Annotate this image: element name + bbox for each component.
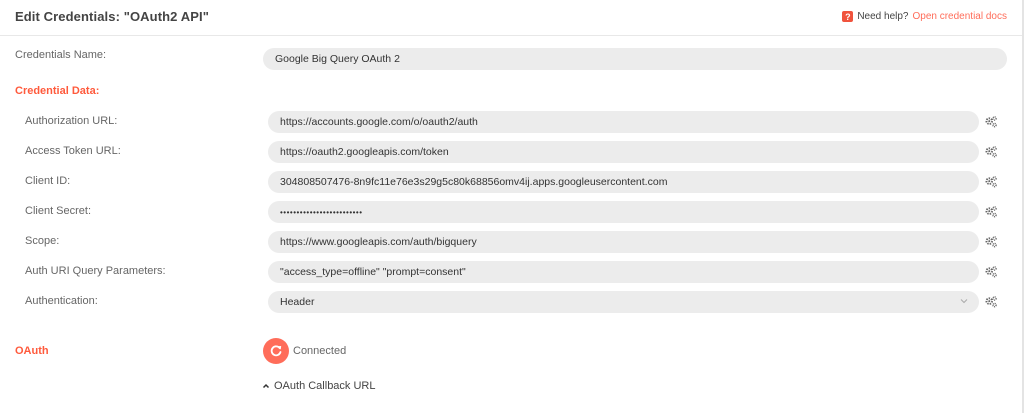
gears-icon[interactable] [984,145,998,159]
oauth-heading: OAuth [15,345,49,357]
oauth-callback-toggle[interactable]: OAuth Callback URL [262,380,376,392]
scope-input[interactable]: https://www.googleapis.com/auth/bigquery [268,231,979,253]
client-id-input[interactable]: 304808507476-8n9fc11e76e3s29g5c80k68856o… [268,171,979,193]
gears-icon[interactable] [984,115,998,129]
gears-icon[interactable] [984,205,998,219]
reconnect-oauth-button[interactable] [263,338,289,364]
credentials-editor: Edit Credentials: "OAuth2 API" ? Need he… [0,0,1022,413]
gears-icon[interactable] [984,235,998,249]
authorization-url-input[interactable]: https://accounts.google.com/o/oauth2/aut… [268,111,979,133]
chevron-up-icon [262,383,270,389]
dialog-title: Edit Credentials: "OAuth2 API" [15,9,209,24]
credential-data-heading: Credential Data: [15,85,100,97]
help-prefix: Need help? [857,11,909,22]
oauth-callback-label: OAuth Callback URL [274,380,376,392]
client-secret-label: Client Secret: [25,205,92,217]
gears-icon[interactable] [984,265,998,279]
client-secret-input[interactable]: ••••••••••••••••••••••••• [268,201,979,223]
open-docs-link[interactable]: Open credential docs [912,11,1007,22]
gears-icon[interactable] [984,295,998,309]
authentication-label: Authentication: [25,295,98,307]
client-id-label: Client ID: [25,175,71,187]
authentication-selected-value: Header [280,296,315,308]
auth-uri-query-parameters-input[interactable]: "access_type=offline" "prompt=consent" [268,261,979,283]
access-token-url-input[interactable]: https://oauth2.googleapis.com/token [268,141,979,163]
authentication-select[interactable]: Header [268,291,979,313]
access-token-url-label: Access Token URL: [25,145,121,157]
chevron-down-icon [960,299,968,304]
refresh-icon [270,345,282,357]
authorization-url-label: Authorization URL: [25,115,118,127]
credentials-name-label: Credentials Name: [15,49,107,61]
header-divider [0,35,1022,36]
credentials-name-input[interactable]: Google Big Query OAuth 2 [263,48,1007,70]
connection-status: Connected [293,345,347,357]
auth-uri-query-parameters-label: Auth URI Query Parameters: [25,265,166,277]
scope-label: Scope: [25,235,60,247]
question-mark-icon: ? [842,11,854,22]
gears-icon[interactable] [984,175,998,189]
help-area: ? Need help? Open credential docs [842,11,1007,22]
